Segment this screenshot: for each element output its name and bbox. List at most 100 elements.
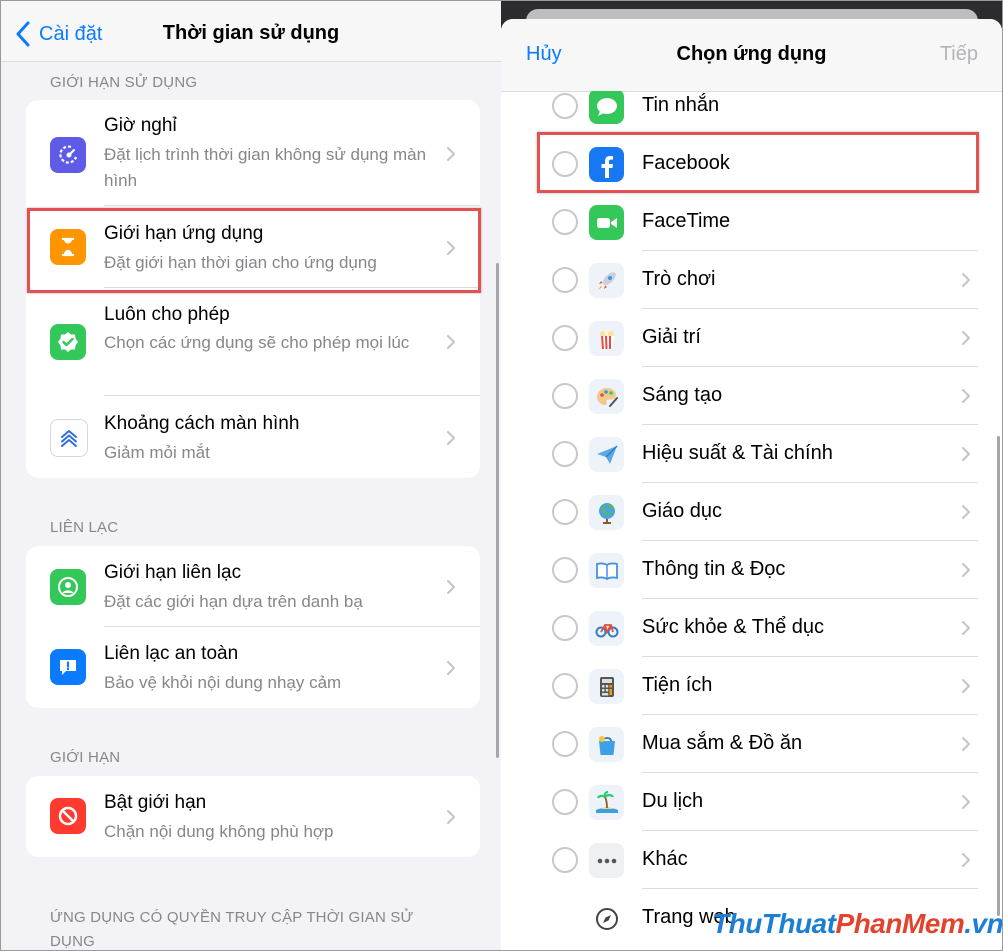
facebook-icon [589, 147, 624, 182]
screen-time-panel: Cài đặt Thời gian sử dụng GIỚI HẠN SỬ DỤ… [1, 1, 501, 950]
select-radio[interactable] [552, 441, 578, 467]
row-enable-restrictions[interactable]: Bật giới hạn Chặn nội dung không phù hợp [26, 776, 480, 857]
chevron-right-icon [447, 810, 455, 824]
app-row-creativity[interactable]: Sáng tạo [501, 367, 1002, 425]
select-radio[interactable] [552, 151, 578, 177]
globe-icon [589, 495, 624, 530]
section-header-restrictions: GIỚI HẠN [50, 749, 121, 766]
app-label: Thông tin & Đọc [642, 558, 786, 580]
sheet-title: Chọn ứng dụng [676, 43, 827, 65]
app-row-facetime[interactable]: FaceTime [501, 193, 1002, 251]
app-label: Giải trí [642, 326, 701, 348]
next-button[interactable]: Tiếp [940, 43, 978, 66]
app-row-messages[interactable]: Tin nhắn [501, 91, 1002, 135]
section-header-usage-limits: GIỚI HẠN SỬ DỤNG [50, 74, 198, 91]
app-label: Tiện ích [642, 674, 713, 696]
select-radio[interactable] [552, 615, 578, 641]
app-label: Hiệu suất & Tài chính [642, 442, 833, 464]
row-always-allowed[interactable]: Luôn cho phép Chọn các ứng dụng sẽ cho p… [26, 288, 480, 396]
paper-plane-icon [589, 437, 624, 472]
row-screen-distance[interactable]: Khoảng cách màn hình Giảm mỏi mắt [26, 396, 480, 478]
chevron-right-icon [447, 580, 455, 594]
chevron-right-icon [962, 273, 970, 287]
downtime-icon [50, 137, 86, 173]
chevron-right-icon [447, 335, 455, 349]
app-row-education[interactable]: Giáo dục [501, 483, 1002, 541]
chevron-right-icon [962, 505, 970, 519]
app-label: Mua sắm & Đồ ăn [642, 732, 803, 754]
select-radio[interactable] [552, 93, 578, 119]
enable-restrictions-subtitle: Chặn nội dung không phù hợp [104, 822, 334, 841]
app-row-other[interactable]: Khác [501, 831, 1002, 889]
app-list: Tin nhắn Facebook FaceTime Trò chơi Giải… [501, 91, 1002, 950]
chevron-right-icon [962, 679, 970, 693]
choose-apps-panel: Hủy Chọn ứng dụng Tiếp Tin nhắn Facebook [501, 1, 1002, 950]
sheet-header: Hủy Chọn ứng dụng Tiếp [501, 19, 1002, 92]
chevron-right-icon [962, 853, 970, 867]
select-radio[interactable] [552, 789, 578, 815]
row-communication-safety[interactable]: Liên lạc an toàn Bảo vệ khỏi nội dung nh… [26, 627, 480, 708]
book-icon [589, 553, 624, 588]
row-downtime[interactable]: Giờ nghỉ Đặt lịch trình thời gian không … [26, 100, 480, 206]
row-app-limits[interactable]: Giới hạn ứng dụng Đặt giới hạn thời gian… [26, 206, 480, 288]
row-communication-limits[interactable]: Giới hạn liên lạc Đặt các giới hạn dựa t… [26, 546, 480, 627]
always-allowed-title: Luôn cho phép [104, 304, 230, 325]
communication-limits-title: Giới hạn liên lạc [104, 562, 242, 583]
messages-icon [589, 91, 624, 124]
chevron-right-icon [962, 563, 970, 577]
select-radio[interactable] [552, 325, 578, 351]
app-row-shopping-food[interactable]: Mua sắm & Đồ ăn [501, 715, 1002, 773]
section-header-screen-time-access: ỨNG DỤNG CÓ QUYỀN TRUY CẬP THỜI GIAN SỬ … [50, 909, 414, 950]
chevron-right-icon [962, 447, 970, 461]
app-label: Giáo dục [642, 500, 723, 522]
popcorn-icon [589, 321, 624, 356]
app-row-health-fitness[interactable]: Sức khỏe & Thể dục [501, 599, 1002, 657]
chevron-right-icon [962, 795, 970, 809]
chevron-right-icon [962, 331, 970, 345]
app-row-productivity-finance[interactable]: Hiệu suất & Tài chính [501, 425, 1002, 483]
restrictions-group: Bật giới hạn Chặn nội dung không phù hợp [26, 776, 480, 857]
more-icon [589, 843, 624, 878]
app-row-games[interactable]: Trò chơi [501, 251, 1002, 309]
select-radio[interactable] [552, 673, 578, 699]
screen-distance-subtitle: Giảm mỏi mắt [104, 443, 210, 462]
select-radio[interactable] [552, 557, 578, 583]
select-radio[interactable] [552, 209, 578, 235]
app-row-facebook[interactable]: Facebook [501, 135, 1002, 193]
app-row-information-reading[interactable]: Thông tin & Đọc [501, 541, 1002, 599]
compass-icon [589, 901, 624, 936]
scrollbar[interactable] [997, 436, 1000, 916]
select-radio[interactable] [552, 267, 578, 293]
app-row-utilities[interactable]: Tiện ích [501, 657, 1002, 715]
app-limits-title: Giới hạn ứng dụng [104, 223, 264, 244]
app-label: Du lịch [642, 790, 704, 812]
chevron-right-icon [447, 661, 455, 675]
app-row-entertainment[interactable]: Giải trí [501, 309, 1002, 367]
section-header-communication: LIÊN LẠC [50, 519, 119, 536]
scrollbar[interactable] [496, 263, 499, 758]
shopping-bag-icon [589, 727, 624, 762]
always-allowed-subtitle: Chọn các ứng dụng sẽ cho phép mọi lúc [104, 333, 410, 352]
select-radio[interactable] [552, 499, 578, 525]
person-circle-icon [50, 569, 86, 605]
app-limits-subtitle: Đặt giới hạn thời gian cho ứng dụng [104, 253, 377, 272]
facetime-icon [589, 205, 624, 240]
select-radio[interactable] [552, 847, 578, 873]
checkmark-badge-icon [50, 324, 86, 360]
palette-icon [589, 379, 624, 414]
app-label: Sáng tạo [642, 384, 723, 406]
app-row-travel[interactable]: Du lịch [501, 773, 1002, 831]
select-radio[interactable] [552, 731, 578, 757]
app-label: Khác [642, 848, 688, 870]
downtime-subtitle: Đặt lịch trình thời gian không sử dụng m… [104, 145, 427, 190]
communication-safety-subtitle: Bảo vệ khỏi nội dung nhạy cảm [104, 673, 342, 692]
select-radio[interactable] [552, 383, 578, 409]
message-alert-icon [50, 649, 86, 685]
choose-apps-sheet: Hủy Chọn ứng dụng Tiếp Tin nhắn Facebook [501, 19, 1002, 950]
app-label: FaceTime [642, 210, 731, 232]
screen-distance-icon [50, 419, 88, 457]
navigation-bar: Cài đặt Thời gian sử dụng [1, 1, 501, 62]
screen-distance-title: Khoảng cách màn hình [104, 413, 300, 434]
downtime-title: Giờ nghỉ [104, 115, 177, 136]
app-label: Sức khỏe & Thể dục [642, 616, 825, 638]
